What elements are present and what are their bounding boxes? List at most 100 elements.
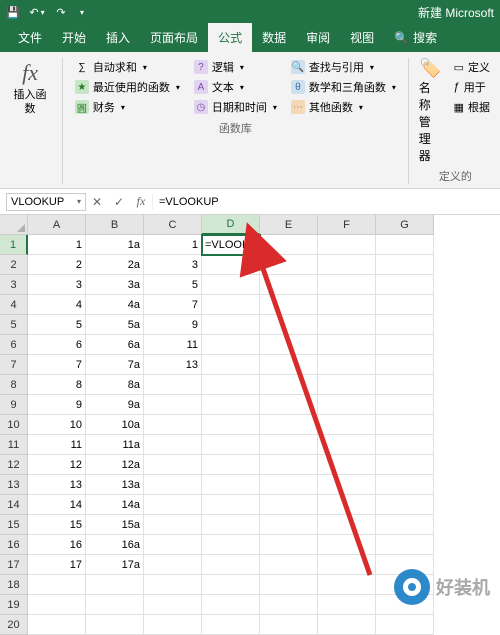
cell[interactable] (376, 515, 434, 535)
cell[interactable]: 13 (28, 475, 86, 495)
create-from-selection-button[interactable]: ▦根据 (452, 98, 492, 116)
column-header[interactable]: G (376, 215, 434, 235)
cell[interactable] (202, 455, 260, 475)
cell[interactable] (86, 615, 144, 635)
cell[interactable]: 9 (28, 395, 86, 415)
cell[interactable]: 5 (144, 275, 202, 295)
cell[interactable]: 17 (28, 555, 86, 575)
cell[interactable] (318, 555, 376, 575)
autosum-button[interactable]: ∑自动求和▾ (73, 58, 182, 76)
cell[interactable] (260, 475, 318, 495)
cell[interactable] (202, 495, 260, 515)
cell[interactable]: 7 (144, 295, 202, 315)
cell[interactable]: 6a (86, 335, 144, 355)
cell[interactable]: 10 (28, 415, 86, 435)
cell[interactable] (144, 455, 202, 475)
cell[interactable] (318, 235, 376, 255)
recent-functions-button[interactable]: ★最近使用的函数▾ (73, 78, 182, 96)
cell[interactable]: 12a (86, 455, 144, 475)
column-header[interactable]: D (202, 215, 260, 235)
cell[interactable] (260, 315, 318, 335)
tab-data[interactable]: 数据 (252, 23, 296, 52)
cell[interactable] (144, 535, 202, 555)
cell[interactable] (202, 415, 260, 435)
cell[interactable]: 8a (86, 375, 144, 395)
cell[interactable] (318, 255, 376, 275)
tab-insert[interactable]: 插入 (96, 23, 140, 52)
cell[interactable] (260, 355, 318, 375)
cell[interactable]: 3a (86, 275, 144, 295)
cell[interactable]: 14 (28, 495, 86, 515)
qat-customize-icon[interactable]: ▾ (80, 8, 84, 17)
cell[interactable] (202, 315, 260, 335)
row-header[interactable]: 18 (0, 575, 28, 595)
cell[interactable] (260, 535, 318, 555)
select-all-corner[interactable] (0, 215, 28, 235)
cell[interactable] (202, 555, 260, 575)
formula-input[interactable]: =VLOOKUP (152, 194, 500, 210)
cell[interactable] (376, 395, 434, 415)
cell[interactable] (202, 575, 260, 595)
cell[interactable]: 9a (86, 395, 144, 415)
cell[interactable] (376, 535, 434, 555)
text-button[interactable]: A文本▾ (192, 78, 279, 96)
cell[interactable] (260, 395, 318, 415)
tab-layout[interactable]: 页面布局 (140, 23, 208, 52)
cell[interactable] (202, 375, 260, 395)
cell[interactable] (318, 475, 376, 495)
cell[interactable] (376, 615, 434, 635)
cell[interactable] (260, 435, 318, 455)
cell[interactable] (318, 455, 376, 475)
cell[interactable] (318, 495, 376, 515)
redo-icon[interactable]: ↷ (54, 5, 68, 19)
cell[interactable] (144, 375, 202, 395)
cell[interactable] (86, 595, 144, 615)
chevron-down-icon[interactable]: ▾ (77, 197, 81, 206)
cell[interactable]: 2 (28, 255, 86, 275)
row-header[interactable]: 13 (0, 475, 28, 495)
tab-formula[interactable]: 公式 (208, 23, 252, 52)
cell[interactable]: =VLOOKUP (202, 235, 260, 255)
cell[interactable] (260, 515, 318, 535)
cell[interactable] (202, 295, 260, 315)
cell[interactable] (318, 375, 376, 395)
save-icon[interactable]: 💾 (6, 5, 20, 19)
cell[interactable] (202, 595, 260, 615)
cell[interactable]: 7a (86, 355, 144, 375)
cell[interactable] (202, 475, 260, 495)
cell[interactable] (144, 495, 202, 515)
cell[interactable] (376, 435, 434, 455)
cell[interactable] (318, 595, 376, 615)
cell[interactable] (260, 595, 318, 615)
financial-button[interactable]: 圓财务▾ (73, 98, 182, 116)
cell[interactable] (318, 515, 376, 535)
row-header[interactable]: 9 (0, 395, 28, 415)
cell[interactable] (144, 555, 202, 575)
fx-button-icon[interactable]: fx (130, 194, 152, 209)
row-header[interactable]: 17 (0, 555, 28, 575)
cell[interactable] (376, 375, 434, 395)
row-header[interactable]: 7 (0, 355, 28, 375)
cell[interactable]: 1 (144, 235, 202, 255)
cell[interactable] (318, 295, 376, 315)
cell[interactable] (376, 455, 434, 475)
cell[interactable] (260, 375, 318, 395)
cell[interactable]: 4a (86, 295, 144, 315)
cell[interactable] (376, 255, 434, 275)
cell[interactable]: 2a (86, 255, 144, 275)
cell[interactable]: 13a (86, 475, 144, 495)
math-button[interactable]: θ数学和三角函数▾ (289, 78, 398, 96)
cell[interactable] (86, 575, 144, 595)
cell[interactable] (318, 275, 376, 295)
cell[interactable] (376, 335, 434, 355)
cell[interactable] (260, 255, 318, 275)
define-name-button[interactable]: ▭定义 (452, 58, 492, 76)
row-header[interactable]: 3 (0, 275, 28, 295)
column-header[interactable]: E (260, 215, 318, 235)
cell[interactable] (376, 355, 434, 375)
cell[interactable] (144, 435, 202, 455)
cell[interactable] (202, 615, 260, 635)
lookup-button[interactable]: 🔍查找与引用▾ (289, 58, 398, 76)
name-box[interactable]: VLOOKUP ▾ (6, 193, 86, 211)
row-header[interactable]: 19 (0, 595, 28, 615)
